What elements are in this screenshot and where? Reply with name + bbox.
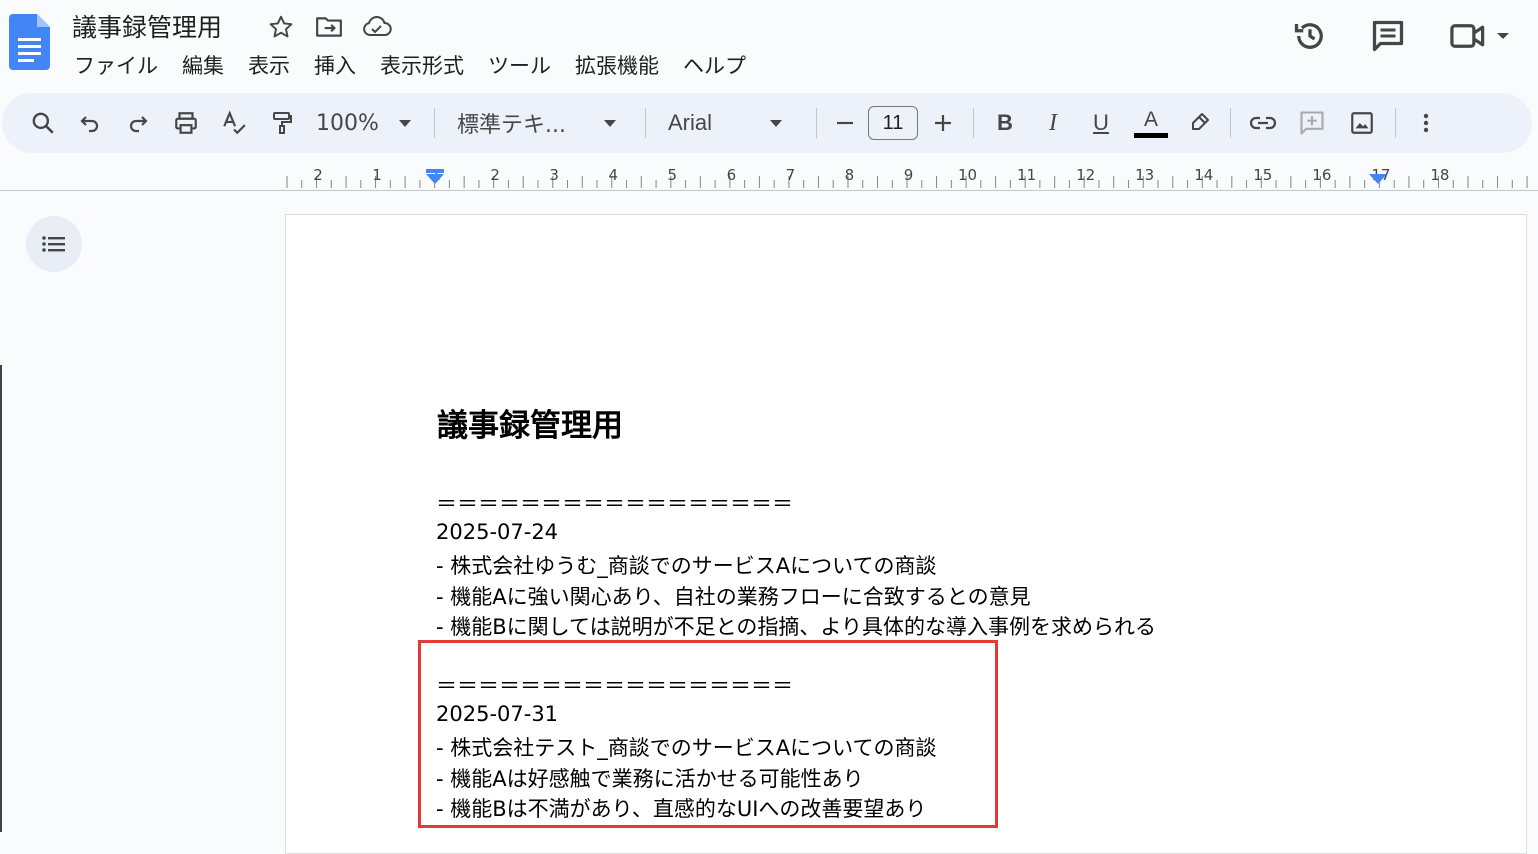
menu-file[interactable]: ファイル [62,48,170,82]
meet-video-icon[interactable] [1444,14,1514,58]
ruler-label: 16 [1312,166,1331,184]
menu-bar: ファイル 編集 表示 挿入 表示形式 ツール 拡張機能 ヘルプ [62,48,758,82]
ruler-label: 3 [549,166,559,184]
menu-help[interactable]: ヘルプ [671,48,758,82]
add-comment-icon[interactable] [1287,103,1337,143]
move-to-folder-icon[interactable] [314,12,344,42]
comment-icon[interactable] [1366,14,1410,58]
ruler-label: 2 [313,166,323,184]
font-size-input[interactable]: 11 [865,103,921,143]
ruler-label: 9 [904,166,914,184]
toolbar-divider [645,108,646,138]
font-family-select[interactable]: Arial [654,103,808,143]
menu-extensions[interactable]: 拡張機能 [563,48,671,82]
ruler-label: 15 [1253,166,1272,184]
toolbar-divider [973,108,974,138]
ruler-label: 5 [668,166,678,184]
undo-icon[interactable] [66,103,114,143]
chevron-down-icon [398,119,411,127]
ruler-label: 13 [1135,166,1154,184]
ruler-label: 7 [786,166,796,184]
ruler-label: 8 [845,166,855,184]
ruler-left-indent-marker-bar[interactable] [426,169,444,173]
zoom-select[interactable]: 100% [306,103,426,143]
spellcheck-icon[interactable] [210,103,258,143]
ruler-label: 10 [958,166,977,184]
text-color-label: A [1143,107,1158,131]
ruler-label: 12 [1076,166,1095,184]
chevron-down-icon [603,119,616,127]
entry-line[interactable]: - 機能Aに強い関心あり、自社の業務フローに合致するとの意見 [436,581,1031,611]
ruler-label: 2 [490,166,500,184]
menu-insert[interactable]: 挿入 [302,48,368,82]
ruler-label: 6 [727,166,737,184]
link-icon[interactable] [1239,103,1287,143]
entry-line[interactable]: - 機能Bに関しては説明が不足との指摘、より具体的な導入事例を求められる [436,611,1156,641]
toolbar-divider [816,108,817,138]
insert-image-icon[interactable] [1337,103,1387,143]
history-icon[interactable] [1288,14,1332,58]
redo-icon[interactable] [114,103,162,143]
paragraph-style-value: 標準テキ... [457,113,566,138]
underline-button[interactable]: U [1078,103,1124,143]
document-outline-button[interactable] [26,216,82,272]
docs-logo-icon[interactable] [9,14,50,70]
paragraph-style-select[interactable]: 標準テキ... [443,103,637,143]
menu-tools[interactable]: ツール [476,48,563,82]
ruler-label: 18 [1430,166,1449,184]
chevron-down-icon [770,119,783,127]
ruler-label: 1 [372,166,382,184]
entry-date[interactable]: 2025-07-24 [436,520,558,544]
ruler-scale: 21123456789101112131415161718 [286,166,1528,188]
header-actions [1288,14,1514,58]
paint-format-icon[interactable] [258,103,306,143]
app-header: 議事録管理用 ファイル 編集 表示 挿入 表示形式 ツール 拡張機能 ヘルプ [0,0,1538,92]
separator-line[interactable]: ＝＝＝＝＝＝＝＝＝＝＝＝＝＝＝＝＝ [436,488,793,518]
more-vert-icon[interactable] [1404,103,1448,143]
search-icon[interactable] [20,103,66,143]
font-size-value[interactable]: 11 [868,106,918,140]
print-icon[interactable] [162,103,210,143]
text-color-swatch [1134,132,1168,138]
ruler-label: 14 [1194,166,1213,184]
toolbar-divider [1230,108,1231,138]
document-title[interactable]: 議事録管理用 [72,8,222,44]
font-family-value: Arial [668,110,713,135]
bold-button[interactable]: B [982,103,1028,143]
horizontal-ruler[interactable]: 21123456789101112131415161718 [0,160,1538,191]
menu-edit[interactable]: 編集 [170,48,236,82]
decrease-font-size-button[interactable] [825,103,865,143]
ruler-label: 4 [608,166,618,184]
toolbar-divider [1395,108,1396,138]
menu-format[interactable]: 表示形式 [368,48,476,82]
highlight-pen-icon[interactable] [1178,103,1222,143]
italic-button[interactable]: I [1028,103,1078,143]
ruler-label: 11 [1017,166,1036,184]
ruler-left-indent-marker[interactable] [426,174,444,184]
chevron-down-icon[interactable] [1497,33,1509,39]
star-icon[interactable] [266,12,296,42]
highlight-annotation-box [418,640,998,828]
cloud-saved-icon[interactable] [362,12,392,42]
formatting-toolbar: 100% 標準テキ... Arial 11 B I U A [2,93,1532,153]
increase-font-size-button[interactable] [921,103,965,143]
title-actions [266,12,392,42]
menu-view[interactable]: 表示 [236,48,302,82]
toolbar-divider [434,108,435,138]
text-color-button[interactable]: A [1124,103,1178,143]
window-edge [0,365,2,832]
outline-icon [42,236,65,252]
zoom-value: 100% [316,110,379,136]
entry-line[interactable]: - 株式会社ゆうむ_商談でのサービスAについての商談 [436,550,937,580]
document-heading[interactable]: 議事録管理用 [437,400,623,445]
